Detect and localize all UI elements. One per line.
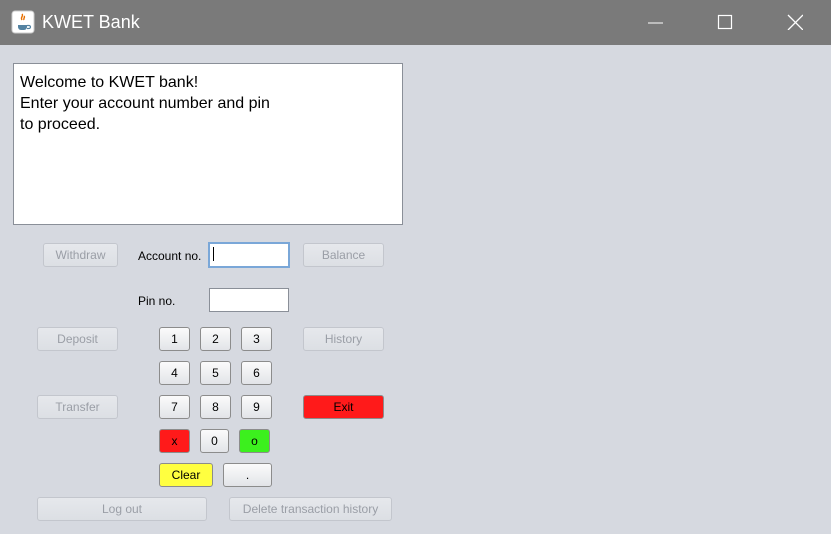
deposit-button[interactable]: Deposit <box>37 327 118 351</box>
java-app-icon <box>11 10 35 34</box>
maximize-icon <box>717 14 733 30</box>
keypad-8-button[interactable]: 8 <box>200 395 231 419</box>
close-button[interactable] <box>760 0 830 45</box>
maximize-button[interactable] <box>690 0 760 45</box>
history-button[interactable]: History <box>303 327 384 351</box>
clear-button[interactable]: Clear <box>159 463 213 487</box>
keypad-6-button[interactable]: 6 <box>241 361 272 385</box>
transfer-button[interactable]: Transfer <box>37 395 118 419</box>
display-line: Enter your account number and pin <box>20 95 270 112</box>
balance-button[interactable]: Balance <box>303 243 384 267</box>
pin-field[interactable] <box>209 288 289 312</box>
message-display: Welcome to KWET bank! Enter your account… <box>13 63 403 225</box>
keypad-1-button[interactable]: 1 <box>159 327 190 351</box>
keypad-9-button[interactable]: 9 <box>241 395 272 419</box>
keypad-ok-button[interactable]: o <box>239 429 270 453</box>
keypad-0-button[interactable]: 0 <box>200 429 229 453</box>
withdraw-button[interactable]: Withdraw <box>43 243 118 267</box>
minimize-button[interactable] <box>620 0 690 45</box>
exit-button[interactable]: Exit <box>303 395 384 419</box>
keypad-2-button[interactable]: 2 <box>200 327 231 351</box>
minimize-icon <box>648 22 663 24</box>
close-icon <box>787 14 803 30</box>
title-bar[interactable]: KWET Bank <box>0 0 831 45</box>
logout-button[interactable]: Log out <box>37 497 207 521</box>
delete-history-button[interactable]: Delete transaction history <box>229 497 392 521</box>
keypad-5-button[interactable]: 5 <box>200 361 231 385</box>
text-cursor <box>213 247 214 261</box>
keypad-3-button[interactable]: 3 <box>241 327 272 351</box>
keypad-7-button[interactable]: 7 <box>159 395 190 419</box>
account-label: Account no. <box>138 249 202 263</box>
keypad-cancel-button[interactable]: x <box>159 429 190 453</box>
display-line: to proceed. <box>20 116 101 133</box>
window-title: KWET Bank <box>42 12 140 32</box>
pin-label: Pin no. <box>138 294 176 308</box>
keypad-dot-button[interactable]: . <box>223 463 272 487</box>
account-number-field[interactable] <box>208 242 290 268</box>
display-line: Welcome to KWET bank! <box>20 74 199 91</box>
keypad-4-button[interactable]: 4 <box>159 361 190 385</box>
